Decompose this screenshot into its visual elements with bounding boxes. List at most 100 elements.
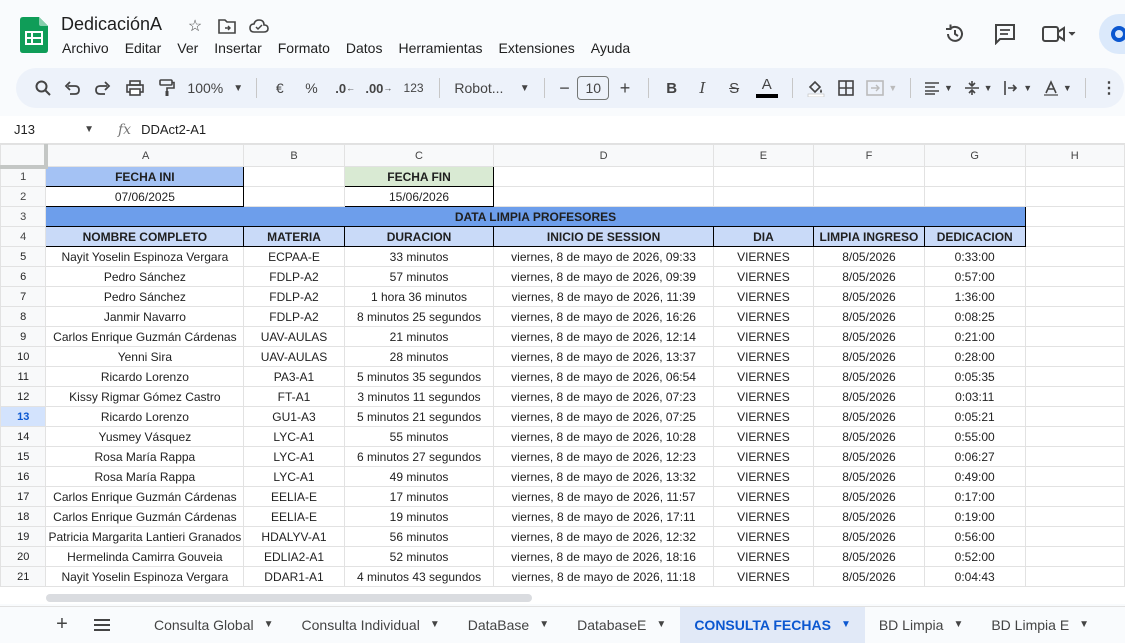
cell-materia[interactable]: FT-A1	[243, 386, 345, 407]
cell-dedicacion[interactable]: 0:05:21	[923, 406, 1026, 427]
cell-duracion[interactable]: 4 minutos 43 segundos	[343, 566, 495, 587]
cell[interactable]	[1024, 166, 1125, 187]
cell-inicio-sesion[interactable]: viernes, 8 de mayo de 2026, 09:39	[493, 266, 714, 287]
decrease-decimal-button[interactable]: .0 ←	[328, 74, 362, 102]
cell-inicio-sesion[interactable]: viernes, 8 de mayo de 2026, 11:18	[493, 566, 714, 587]
cell-inicio-sesion[interactable]: viernes, 8 de mayo de 2026, 17:11	[493, 506, 714, 527]
cell-dia[interactable]: VIERNES	[712, 246, 815, 267]
sheet-tab-consulta-individual[interactable]: Consulta Individual ▼	[288, 607, 454, 643]
cell-duracion[interactable]: 55 minutos	[343, 426, 495, 447]
more-formats-button[interactable]: 123	[396, 74, 432, 102]
menu-insertar[interactable]: Insertar	[214, 40, 261, 56]
cell-limpia-ingreso[interactable]: 8/05/2026	[813, 326, 925, 347]
row-header[interactable]: 20	[0, 546, 47, 567]
sheet-tab-consulta-global[interactable]: Consulta Global ▼	[140, 607, 288, 643]
cell-inicio-sesion[interactable]: viernes, 8 de mayo de 2026, 12:32	[493, 526, 714, 547]
cell-materia[interactable]: PA3-A1	[243, 366, 345, 387]
column-header-c[interactable]: C	[343, 144, 495, 167]
cell-duracion[interactable]: 21 minutos	[343, 326, 495, 347]
increase-font-size-button[interactable]: +	[610, 74, 640, 102]
cell-materia[interactable]: ECPAA-E	[243, 246, 345, 267]
cell-materia[interactable]: LYC-A1	[243, 426, 345, 447]
cell[interactable]	[1024, 286, 1125, 307]
cell-dedicacion[interactable]: 0:17:00	[923, 486, 1026, 507]
row-header[interactable]: 18	[0, 506, 47, 527]
cell-inicio-sesion[interactable]: viernes, 8 de mayo de 2026, 11:57	[493, 486, 714, 507]
cell[interactable]	[1024, 466, 1125, 487]
fecha-ini-value[interactable]: 07/06/2025	[45, 186, 245, 207]
cell-materia[interactable]: FDLP-A2	[243, 266, 345, 287]
cell-limpia-ingreso[interactable]: 8/05/2026	[813, 446, 925, 467]
row-header[interactable]: 21	[0, 566, 47, 587]
cell[interactable]	[1024, 386, 1125, 407]
text-wrapping-icon[interactable]: ▼	[998, 74, 1038, 102]
cell-dedicacion[interactable]: 0:08:25	[923, 306, 1026, 327]
cell-dia[interactable]: VIERNES	[712, 286, 815, 307]
cell-materia[interactable]: EDLIA2-A1	[243, 546, 345, 567]
cell-dedicacion[interactable]: 0:56:00	[923, 526, 1026, 547]
cell-dedicacion[interactable]: 0:21:00	[923, 326, 1026, 347]
cell-dedicacion[interactable]: 0:03:11	[923, 386, 1026, 407]
cell-dia[interactable]: VIERNES	[712, 486, 815, 507]
cell[interactable]	[1024, 326, 1125, 347]
chevron-down-icon[interactable]: ▼	[1079, 619, 1089, 630]
cell-dia[interactable]: VIERNES	[712, 346, 815, 367]
cell-nombre[interactable]: Rosa María Rappa	[45, 466, 245, 487]
menu-editar[interactable]: Editar	[125, 40, 162, 56]
cell[interactable]	[1024, 366, 1125, 387]
cell[interactable]	[1024, 506, 1125, 527]
history-icon[interactable]	[937, 16, 973, 52]
cell-limpia-ingreso[interactable]: 8/05/2026	[813, 306, 925, 327]
cell-limpia-ingreso[interactable]: 8/05/2026	[813, 246, 925, 267]
cell[interactable]	[1024, 566, 1125, 587]
currency-format-button[interactable]: €	[265, 74, 295, 102]
cell-dia[interactable]: VIERNES	[712, 566, 815, 587]
column-header-g[interactable]: G	[923, 144, 1026, 167]
bold-button[interactable]: B	[657, 74, 687, 102]
cell-dia[interactable]: VIERNES	[712, 506, 815, 527]
cloud-status-icon[interactable]	[248, 15, 270, 37]
header-nombre[interactable]: NOMBRE COMPLETO	[45, 226, 245, 247]
cell-limpia-ingreso[interactable]: 8/05/2026	[813, 346, 925, 367]
cell-dia[interactable]: VIERNES	[712, 426, 815, 447]
chevron-down-icon[interactable]: ▼	[430, 619, 440, 630]
header-materia[interactable]: MATERIA	[243, 226, 345, 247]
vertical-align-icon[interactable]: ▼	[958, 74, 998, 102]
column-header-e[interactable]: E	[712, 144, 815, 167]
text-rotation-icon[interactable]: ▼	[1038, 74, 1078, 102]
row-header[interactable]: 8	[0, 306, 47, 327]
header-dedicacion[interactable]: DEDICACION	[923, 226, 1026, 247]
cell[interactable]	[1024, 246, 1125, 267]
menu-ayuda[interactable]: Ayuda	[591, 40, 630, 56]
column-header-f[interactable]: F	[813, 144, 925, 167]
row-header[interactable]: 3	[0, 206, 47, 227]
cell-duracion[interactable]: 19 minutos	[343, 506, 495, 527]
cell-materia[interactable]: HDALYV-A1	[243, 526, 345, 547]
row-header[interactable]: 14	[0, 426, 47, 447]
text-color-button[interactable]: A	[750, 74, 784, 102]
cell[interactable]	[493, 166, 714, 187]
formula-input[interactable]: DDAct2-A1	[141, 122, 206, 137]
fecha-fin-label[interactable]: FECHA FIN	[343, 166, 495, 187]
cell[interactable]	[1024, 226, 1125, 247]
cell-nombre[interactable]: Nayit Yoselin Espinoza Vergara	[45, 566, 245, 587]
sheets-logo-icon[interactable]	[20, 17, 48, 53]
cell-inicio-sesion[interactable]: viernes, 8 de mayo de 2026, 07:25	[493, 406, 714, 427]
row-header[interactable]: 10	[0, 346, 47, 367]
cell-dia[interactable]: VIERNES	[712, 446, 815, 467]
cell-dia[interactable]: VIERNES	[712, 546, 815, 567]
cell-nombre[interactable]: Yusmey Vásquez	[45, 426, 245, 447]
fecha-ini-label[interactable]: FECHA INI	[45, 166, 245, 187]
cell-duracion[interactable]: 28 minutos	[343, 346, 495, 367]
cell-nombre[interactable]: Nayit Yoselin Espinoza Vergara	[45, 246, 245, 267]
cell[interactable]	[923, 166, 1026, 187]
cell[interactable]	[1024, 266, 1125, 287]
cell-nombre[interactable]: Carlos Enrique Guzmán Cárdenas	[45, 506, 245, 527]
cell-materia[interactable]: UAV-AULAS	[243, 346, 345, 367]
cell-dedicacion[interactable]: 0:19:00	[923, 506, 1026, 527]
cell-limpia-ingreso[interactable]: 8/05/2026	[813, 566, 925, 587]
cell-materia[interactable]: DDAR1-A1	[243, 566, 345, 587]
select-all-corner[interactable]	[0, 144, 49, 169]
cell-dedicacion[interactable]: 1:36:00	[923, 286, 1026, 307]
cell-materia[interactable]: LYC-A1	[243, 466, 345, 487]
